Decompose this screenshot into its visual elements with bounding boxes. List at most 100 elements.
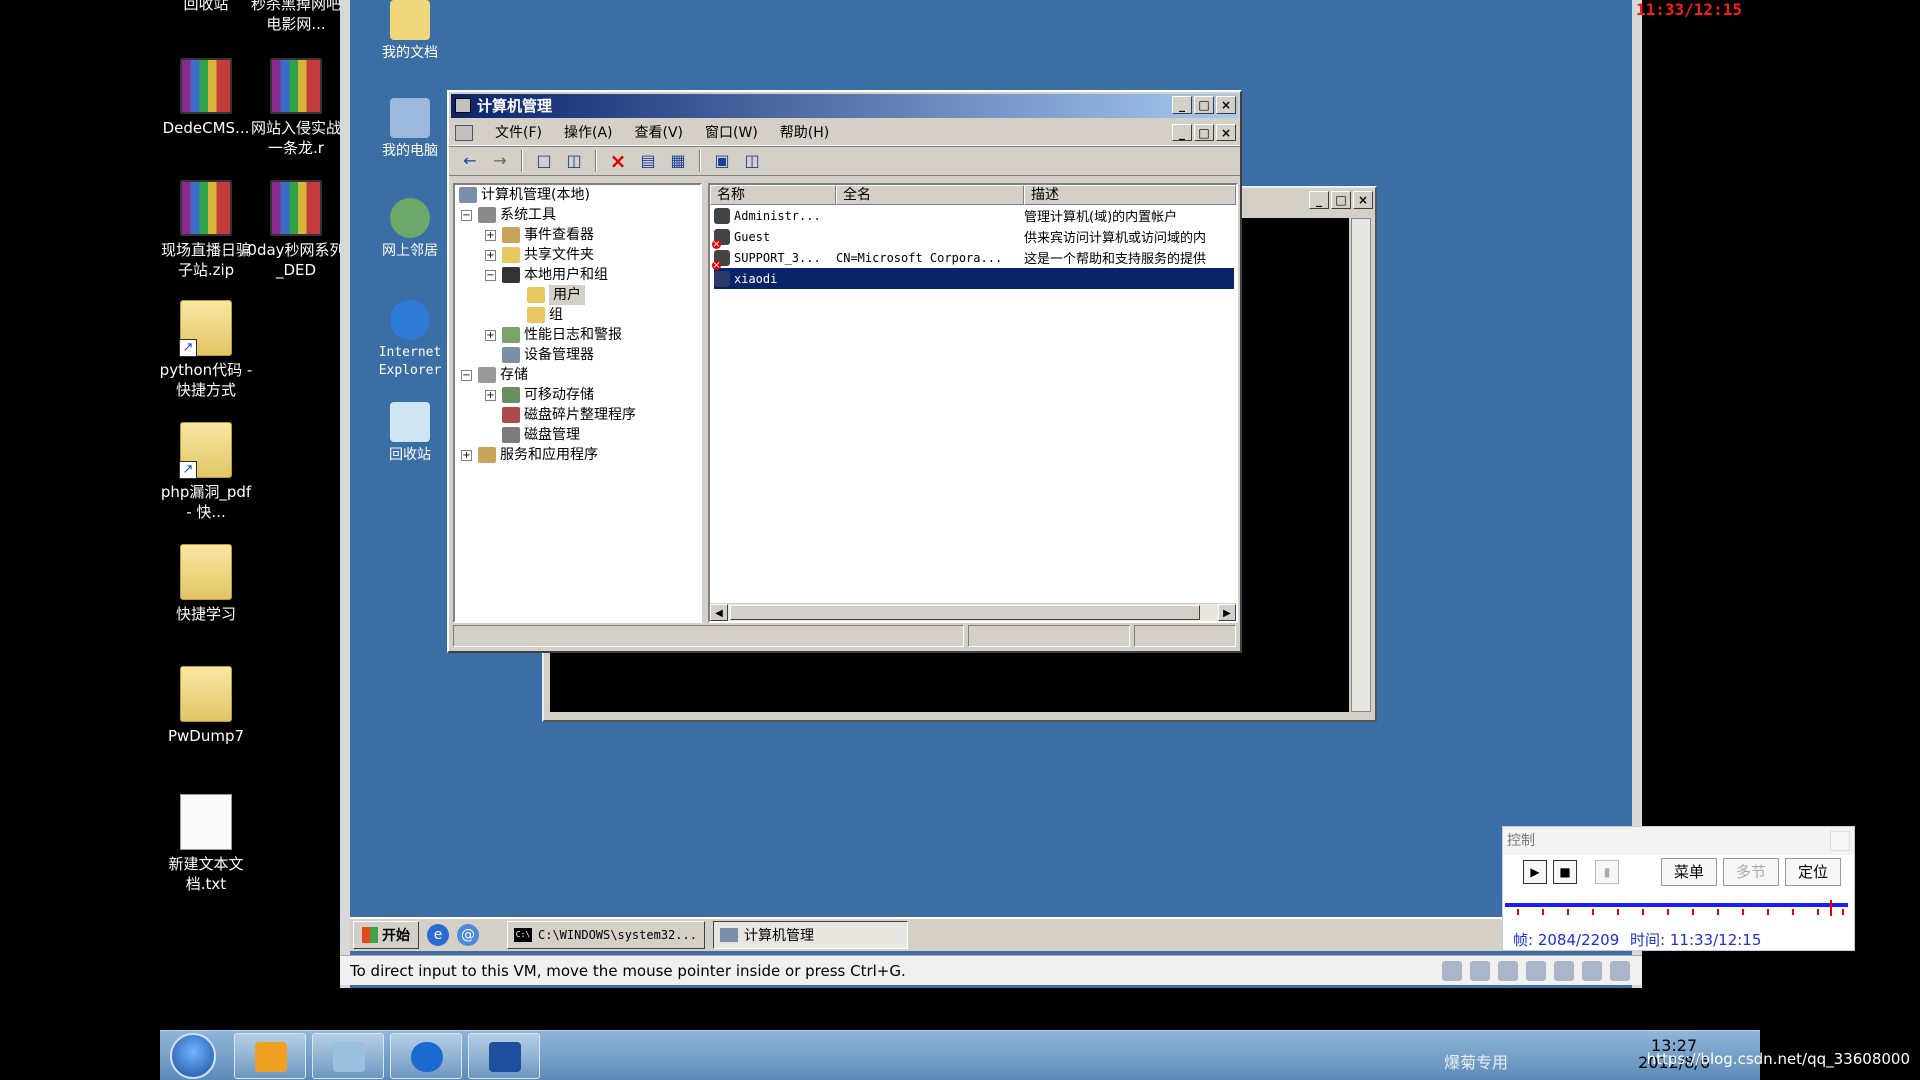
taskbar-app-browser[interactable] (390, 1033, 462, 1079)
console-tree[interactable]: 计算机管理(本地) − 系统工具 + 事件查看器 + 共享文件夹 − 本地用户和… (453, 183, 702, 623)
delete-icon[interactable]: × (605, 149, 631, 173)
collapse-icon[interactable]: − (461, 369, 472, 381)
host-icon-zip-file[interactable]: 现场直播日骗子站.zip (156, 180, 256, 280)
vm-icon-recycle-bin[interactable]: 回收站 (365, 402, 455, 464)
collapse-icon[interactable]: − (461, 209, 472, 221)
column-header-fullname[interactable]: 全名 (836, 185, 1024, 205)
window-titlebar[interactable]: 计算机管理 _ □ × (451, 94, 1238, 118)
list-row-guest[interactable]: Guest 供来宾访问计算机或访问域的内 (710, 226, 1236, 249)
mdi-system-icon[interactable] (455, 124, 473, 141)
host-icon-text-file[interactable]: 新建文本文档.txt (156, 794, 256, 894)
expand-icon[interactable]: + (485, 329, 496, 341)
hard-disk-icon[interactable] (1470, 961, 1490, 981)
expand-icon[interactable]: + (461, 449, 472, 461)
tree-item-system-tools[interactable]: − 系统工具 (461, 205, 556, 225)
properties-icon[interactable]: ▤ (635, 149, 661, 173)
playback-position-marker[interactable] (1830, 900, 1832, 916)
scroll-thumb[interactable] (730, 605, 1200, 620)
horizontal-scrollbar[interactable]: ◀ ▶ (710, 603, 1236, 621)
tree-item-users[interactable]: 用户 (527, 285, 585, 305)
usb-icon[interactable] (1554, 961, 1574, 981)
floppy-icon[interactable] (1498, 961, 1518, 981)
expand-icon[interactable]: + (485, 389, 496, 401)
scroll-right-icon[interactable]: ▶ (1218, 604, 1236, 621)
host-icon-python-shortcut[interactable]: python代码 - 快捷方式 (156, 300, 256, 400)
tree-item-device-manager[interactable]: 设备管理器 (502, 345, 594, 365)
column-header-name[interactable]: 名称 (710, 185, 836, 205)
vm-icon-network[interactable]: 网上邻居 (365, 198, 455, 260)
printer-icon[interactable] (1582, 961, 1602, 981)
host-icon-rar-file[interactable]: DedeCMS... (156, 58, 256, 138)
tree-item-disk-management[interactable]: 磁盘管理 (502, 425, 580, 445)
message-log-icon[interactable] (1610, 961, 1630, 981)
input-language[interactable]: 爆菊专用 (1444, 1049, 1508, 1073)
host-icon-rar-file[interactable]: 0day秒网系列_DED (246, 180, 346, 280)
vm-icon-my-documents[interactable]: 我的文档 (365, 0, 455, 62)
outlook-express-icon[interactable]: @ (457, 924, 479, 946)
vm-icon-internet-explorer[interactable]: Internet Explorer (365, 300, 455, 380)
control-titlebar[interactable]: 控制 (1503, 827, 1854, 855)
tree-item-computer-management-local[interactable]: 计算机管理(本地) (459, 185, 590, 205)
network-adapter-icon[interactable] (1526, 961, 1546, 981)
computer-management-window[interactable]: 计算机管理 _ □ × 文件(F) 操作(A) 查看(V) 窗口(W) 帮助(H… (447, 90, 1242, 653)
host-icon-folder[interactable]: PwDump7 (156, 666, 256, 746)
mdi-restore-button[interactable]: □ (1194, 124, 1214, 141)
menu-file[interactable]: 文件(F) (485, 122, 552, 144)
vm-icon-my-computer[interactable]: 我的电脑 (365, 98, 455, 160)
host-icon-folder[interactable]: 快捷学习 (156, 544, 256, 624)
users-list[interactable]: 名称 全名 描述 Administr... 管理计算机(域)的内置帐户 Gues… (708, 183, 1238, 623)
expand-icon[interactable]: + (485, 229, 496, 241)
menu-button[interactable]: 菜单 (1661, 858, 1718, 886)
close-icon[interactable] (1830, 831, 1850, 851)
menu-window[interactable]: 窗口(W) (695, 122, 768, 144)
tree-item-performance-logs[interactable]: + 性能日志和警报 (485, 325, 622, 345)
taskbar-item-cmd[interactable]: C:\ C:\WINDOWS\system32... (507, 921, 705, 949)
play-icon[interactable]: ▶ (1523, 860, 1547, 884)
minimize-button[interactable]: _ (1172, 96, 1192, 114)
taskbar-app-vmware[interactable] (234, 1033, 306, 1079)
tree-item-local-users-groups[interactable]: − 本地用户和组 (485, 265, 608, 285)
expand-icon[interactable]: + (485, 249, 496, 261)
taskbar-app-malwarebytes[interactable] (468, 1033, 540, 1079)
playback-control-panel[interactable]: 控制 ▶ ■ ▮ 菜单 多节 定位 帧: 2084/2209 时间: 11:33… (1502, 826, 1855, 951)
tree-item-groups[interactable]: 组 (527, 305, 563, 325)
show-tree-icon[interactable]: ◫ (561, 149, 587, 173)
collapse-icon[interactable]: − (485, 269, 496, 281)
mdi-close-button[interactable]: × (1216, 124, 1236, 141)
back-arrow-icon[interactable]: ← (457, 149, 483, 173)
playback-progress-track[interactable] (1505, 903, 1848, 907)
host-icon-recycle-bin[interactable]: 回收站 (156, 0, 256, 14)
cd-drive-icon[interactable] (1442, 961, 1462, 981)
tree-item-shared-folders[interactable]: + 共享文件夹 (485, 245, 594, 265)
taskbar-app-notepad[interactable] (312, 1033, 384, 1079)
menu-action[interactable]: 操作(A) (554, 122, 623, 144)
tree-item-event-viewer[interactable]: + 事件查看器 (485, 225, 594, 245)
menu-view[interactable]: 查看(V) (625, 122, 694, 144)
stop-icon[interactable]: ■ (1553, 860, 1577, 884)
list-row-support[interactable]: SUPPORT_3... CN=Microsoft Corpora... 这是一… (710, 247, 1236, 270)
help-icon[interactable]: ▣ (709, 149, 735, 173)
tree-item-disk-defragmenter[interactable]: 磁盘碎片整理程序 (502, 405, 636, 425)
list-row-xiaodi[interactable]: xiaodi (714, 268, 1234, 289)
mdi-minimize-button[interactable]: _ (1172, 124, 1192, 141)
internet-explorer-icon[interactable]: e (427, 924, 449, 946)
console-scrollbar[interactable] (1351, 218, 1371, 712)
maximize-button[interactable]: □ (1194, 96, 1214, 114)
close-icon[interactable]: × (1353, 191, 1373, 209)
forward-arrow-icon[interactable]: → (487, 149, 513, 173)
up-folder-icon[interactable]: □ (531, 149, 557, 173)
host-icon-php-shortcut[interactable]: php漏洞_pdf - 快... (156, 422, 256, 522)
column-header-description[interactable]: 描述 (1024, 185, 1236, 205)
export-list-icon[interactable]: ▦ (665, 149, 691, 173)
scroll-left-icon[interactable]: ◀ (710, 604, 728, 621)
locate-button[interactable]: 定位 (1785, 858, 1842, 886)
tree-item-services-applications[interactable]: + 服务和应用程序 (461, 445, 598, 465)
close-button[interactable]: × (1216, 96, 1236, 114)
host-icon-rar-file[interactable]: 秒杀黑掉网吧电影网... (246, 0, 346, 34)
taskbar-item-computer-management[interactable]: 计算机管理 (713, 921, 908, 949)
list-row-administrator[interactable]: Administr... 管理计算机(域)的内置帐户 (710, 205, 1236, 226)
tree-item-storage[interactable]: − 存储 (461, 365, 528, 385)
new-window-icon[interactable]: ◫ (739, 149, 765, 173)
menu-help[interactable]: 帮助(H) (770, 122, 839, 144)
host-icon-rar-file[interactable]: 网站入侵实战一条龙.r (246, 58, 346, 158)
